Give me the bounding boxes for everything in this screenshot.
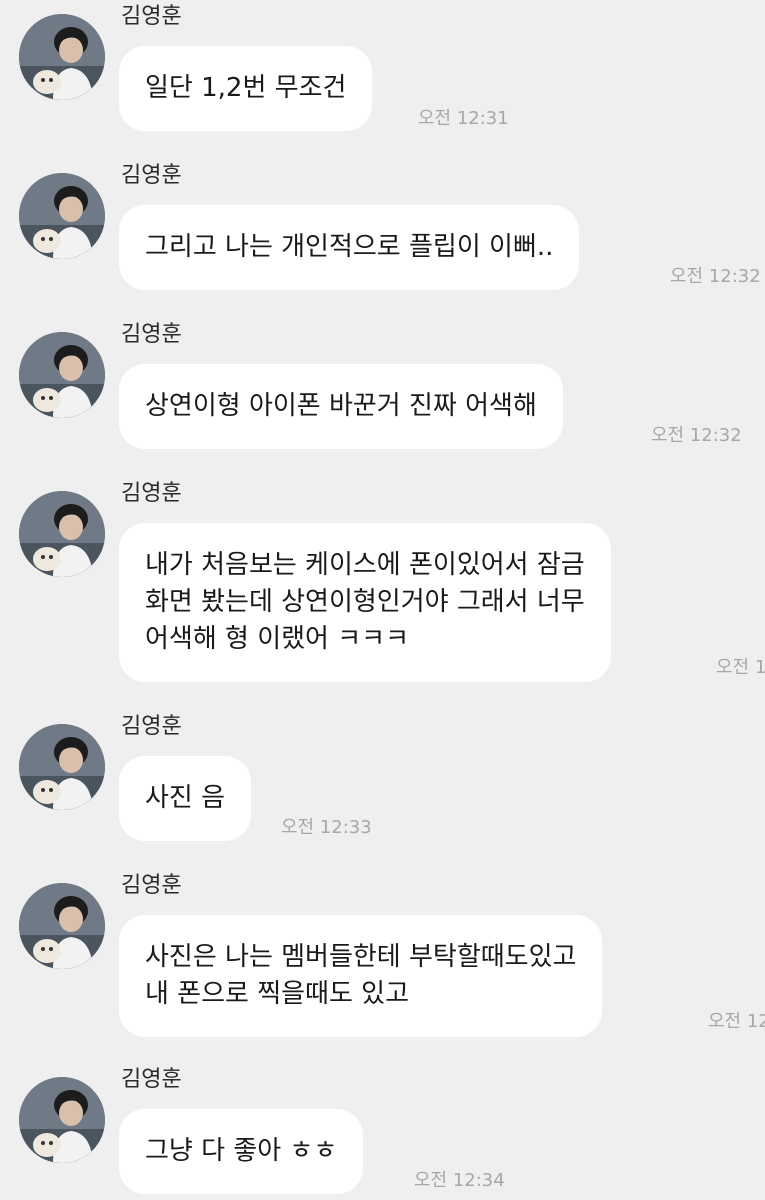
sender-name: 김영훈: [121, 873, 182, 898]
message-bubble[interactable]: 내가 처음보는 케이스에 폰이있어서 잠금 화면 봤는데 상연이형인거야 그래서…: [119, 523, 611, 682]
timestamp: 오전 12:33: [708, 1011, 765, 1032]
timestamp: 오전 12:31: [418, 108, 509, 129]
avatar-photo: [19, 1077, 105, 1163]
chat-message-list[interactable]: 김영훈 일단 1,2번 무조건 오전 12:31 김영훈 그리고 나는 개인적으…: [0, 0, 765, 1200]
message-text-line: 화면 봤는데 상연이형인거야 그래서 너무: [145, 587, 585, 617]
avatar-photo: [19, 883, 105, 969]
avatar[interactable]: [19, 1077, 105, 1163]
avatar-photo: [19, 332, 105, 418]
message-text: 상연이형 아이폰 바꾼거 진짜 어색해: [145, 391, 537, 421]
sender-name: 김영훈: [121, 4, 182, 29]
sender-name: 김영훈: [121, 322, 182, 347]
avatar[interactable]: [19, 14, 105, 100]
timestamp: 오전 12:33: [281, 817, 372, 838]
timestamp: 오전 12:32: [716, 657, 765, 678]
message-text-line: 어색해 형 이랬어 ㅋㅋㅋ: [145, 624, 409, 654]
message-text-line: 내 폰으로 찍을때도 있고: [145, 979, 409, 1009]
message-text: 그리고 나는 개인적으로 플립이 이뻐..: [145, 232, 554, 262]
timestamp: 오전 12:32: [670, 266, 761, 287]
avatar-photo: [19, 14, 105, 100]
avatar[interactable]: [19, 724, 105, 810]
message-bubble[interactable]: 그냥 다 좋아 ㅎㅎ: [119, 1109, 364, 1194]
avatar[interactable]: [19, 332, 105, 418]
avatar-photo: [19, 491, 105, 577]
sender-name: 김영훈: [121, 714, 182, 739]
avatar-photo: [19, 724, 105, 810]
message-bubble[interactable]: 상연이형 아이폰 바꾼거 진짜 어색해: [119, 364, 563, 449]
message-text: 사진 음: [145, 783, 226, 813]
sender-name: 김영훈: [121, 481, 182, 506]
message-text: 일단 1,2번 무조건: [145, 73, 347, 103]
avatar-photo: [19, 173, 105, 259]
sender-name: 김영훈: [121, 1067, 182, 1092]
avatar[interactable]: [19, 883, 105, 969]
avatar[interactable]: [19, 491, 105, 577]
avatar[interactable]: [19, 173, 105, 259]
message-text-line: 사진은 나는 멤버들한테 부탁할때도있고: [145, 942, 577, 972]
message-bubble[interactable]: 사진은 나는 멤버들한테 부탁할때도있고 내 폰으로 찍을때도 있고: [119, 915, 603, 1037]
timestamp: 오전 12:34: [414, 1170, 505, 1191]
message-text: 그냥 다 좋아 ㅎㅎ: [145, 1136, 338, 1166]
message-bubble[interactable]: 일단 1,2번 무조건: [119, 46, 373, 131]
message-text-line: 내가 처음보는 케이스에 폰이있어서 잠금: [145, 550, 585, 580]
message-bubble[interactable]: 그리고 나는 개인적으로 플립이 이뻐..: [119, 205, 580, 290]
timestamp: 오전 12:32: [651, 425, 742, 446]
message-bubble[interactable]: 사진 음: [119, 756, 252, 841]
sender-name: 김영훈: [121, 163, 182, 188]
